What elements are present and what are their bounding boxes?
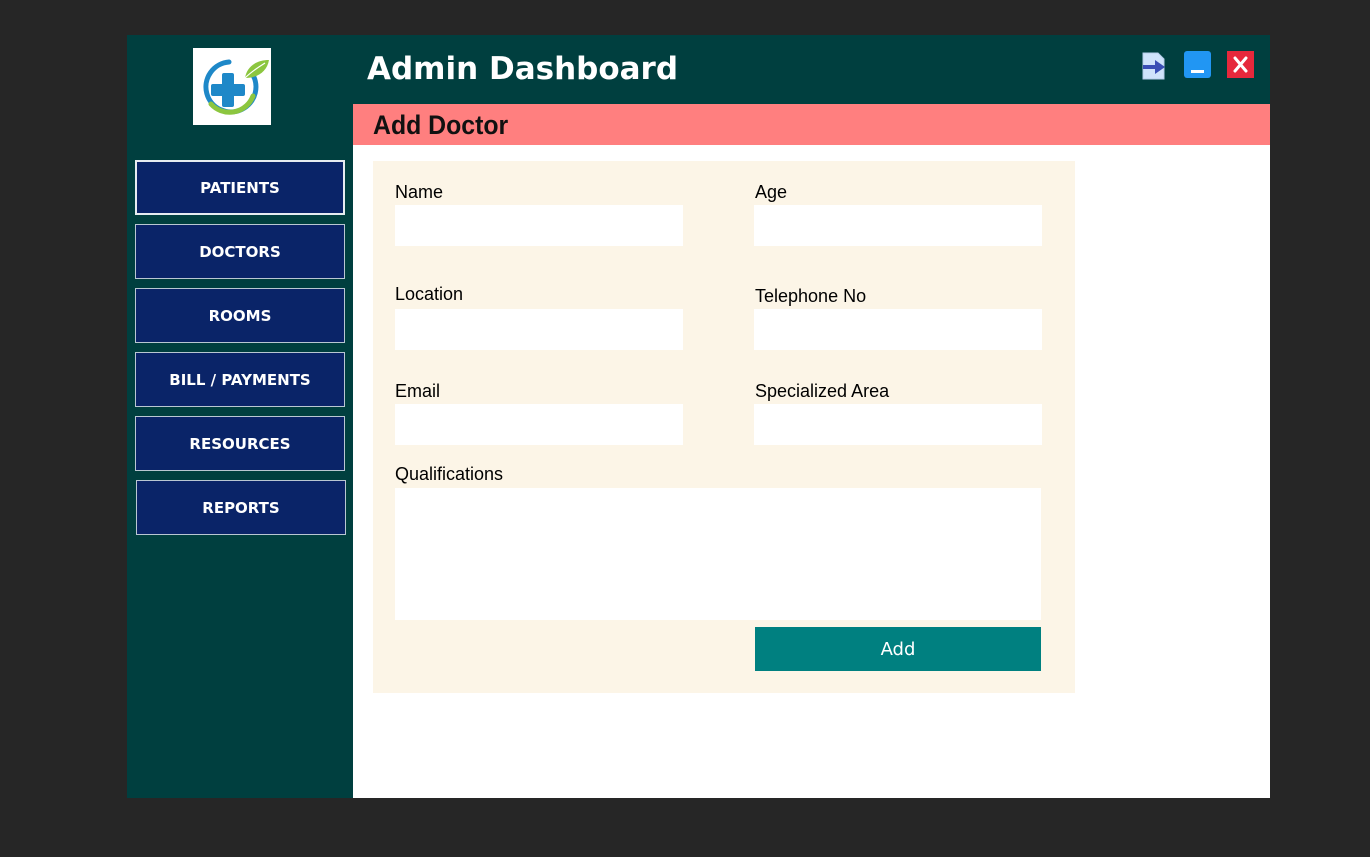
email-field[interactable] <box>395 404 683 445</box>
email-label: Email <box>395 381 441 401</box>
telephone-field[interactable] <box>754 309 1042 350</box>
minimize-icon <box>1184 51 1211 78</box>
add-button[interactable]: Add <box>755 627 1041 671</box>
age-field[interactable] <box>754 205 1042 246</box>
app-window: PATIENTS DOCTORS ROOMS BILL / PAYMENTS R… <box>127 35 1270 798</box>
name-label: Name <box>395 182 444 202</box>
name-field[interactable] <box>395 205 683 246</box>
sidebar: PATIENTS DOCTORS ROOMS BILL / PAYMENTS R… <box>127 35 353 798</box>
header-bar: Admin Dashboard <box>353 35 1270 104</box>
sidebar-item-reports[interactable]: REPORTS <box>136 480 346 535</box>
specialized-area-field[interactable] <box>754 404 1042 445</box>
add-doctor-form: Name Age Location Telephone No Email Spe… <box>373 161 1075 693</box>
sidebar-item-label: RESOURCES <box>189 434 291 453</box>
telephone-label: Telephone No <box>755 286 867 306</box>
age-label: Age <box>755 182 788 202</box>
close-icon <box>1227 51 1254 78</box>
sidebar-item-label: PATIENTS <box>200 178 280 197</box>
sidebar-item-doctors[interactable]: DOCTORS <box>135 224 345 279</box>
app-logo <box>193 48 271 125</box>
logout-arrow-icon <box>1142 52 1165 80</box>
app-title: Admin Dashboard <box>367 51 679 87</box>
sidebar-item-label: DOCTORS <box>199 242 281 261</box>
location-label: Location <box>395 284 464 304</box>
qualifications-field[interactable] <box>395 488 1041 620</box>
close-button[interactable] <box>1227 51 1254 79</box>
sidebar-item-rooms[interactable]: ROOMS <box>135 288 345 343</box>
sidebar-item-patients[interactable]: PATIENTS <box>135 160 345 215</box>
sidebar-item-label: ROOMS <box>208 306 272 325</box>
location-field[interactable] <box>395 309 683 350</box>
specialized-area-label: Specialized Area <box>755 381 890 401</box>
sidebar-item-label: BILL / PAYMENTS <box>169 370 311 389</box>
logout-button[interactable] <box>1140 51 1166 80</box>
section-title: Add Doctor <box>373 110 509 140</box>
sidebar-item-resources[interactable]: RESOURCES <box>135 416 345 471</box>
minimize-button[interactable] <box>1184 51 1211 79</box>
medical-cross-leaf-logo-icon <box>203 59 269 115</box>
qualifications-label: Qualifications <box>395 464 504 484</box>
sidebar-item-bill-payments[interactable]: BILL / PAYMENTS <box>135 352 345 407</box>
section-header: Add Doctor <box>353 104 1270 145</box>
sidebar-item-label: REPORTS <box>202 498 280 517</box>
